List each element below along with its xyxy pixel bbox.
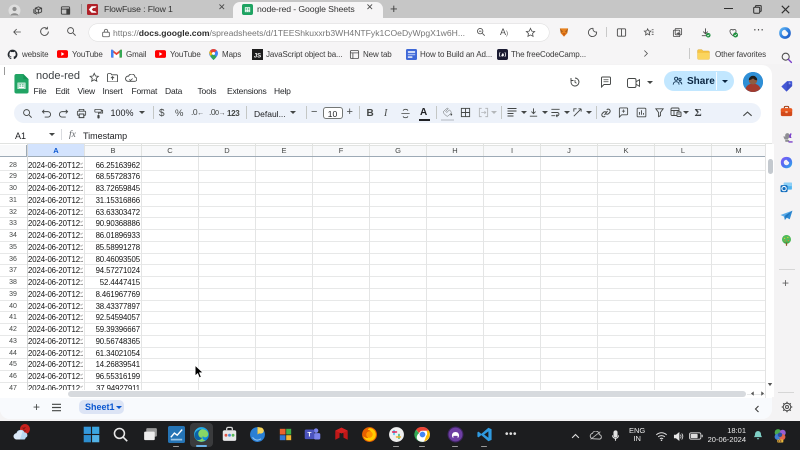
svg-text:JS: JS [253, 53, 260, 59]
